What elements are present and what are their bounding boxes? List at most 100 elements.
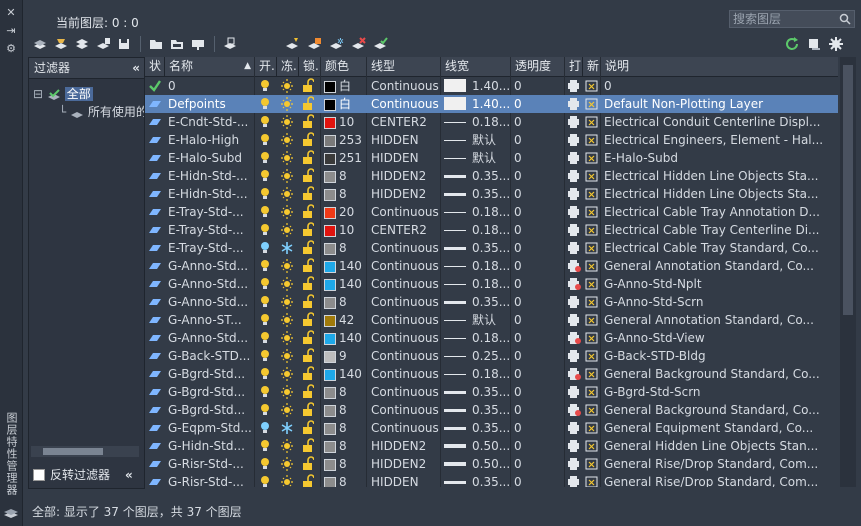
lineweight-value[interactable]: 0.35... <box>472 473 510 487</box>
new-viewport-freeze-icon[interactable] <box>585 113 603 131</box>
layer-description[interactable]: Electrical Cable Tray Annotation D... <box>604 203 836 221</box>
printer-icon[interactable] <box>567 167 585 185</box>
layer-description[interactable]: General Annotation Standard, Co... <box>604 311 836 329</box>
transparency-value[interactable]: 0 <box>514 113 562 131</box>
layer-description[interactable]: G-Anno-Std-Nplt <box>604 275 836 293</box>
unlock-icon[interactable] <box>302 437 320 455</box>
layer-name[interactable]: E-Tray-Std-... <box>168 221 254 239</box>
linetype-value[interactable]: CENTER2 <box>371 113 439 131</box>
layer-row[interactable]: G-Anno-Std... 140 Continuous 0.18... 0 Genera… <box>145 257 838 275</box>
new-viewport-freeze-icon[interactable] <box>585 149 603 167</box>
unlock-icon[interactable] <box>302 383 320 401</box>
new-viewport-freeze-icon[interactable] <box>585 347 603 365</box>
lineweight-value[interactable]: 0.18... <box>472 365 510 383</box>
unlock-icon[interactable] <box>302 401 320 419</box>
printer-icon[interactable] <box>567 347 585 365</box>
layer-description[interactable]: G-Anno-Std-View <box>604 329 836 347</box>
layer-description[interactable]: General Background Standard, Co... <box>604 365 836 383</box>
new-layer-vp-frozen-icon[interactable] <box>306 36 322 52</box>
auto-hide-icon[interactable]: ⇥ <box>4 24 18 38</box>
layer-description[interactable]: E-Halo-Subd <box>604 149 836 167</box>
set-current-icon[interactable] <box>372 36 388 52</box>
unlock-icon[interactable] <box>302 113 320 131</box>
collapse-filter-icon[interactable]: « <box>132 58 140 78</box>
layer-name[interactable]: G-Anno-ST... <box>168 311 254 329</box>
layer-description[interactable]: Electrical Cable Tray Centerline Di... <box>604 221 836 239</box>
lightbulb-icon[interactable] <box>259 473 277 487</box>
grid-vscrollbar[interactable] <box>840 57 856 487</box>
snowflake-icon[interactable] <box>280 239 298 257</box>
layer-row[interactable]: G-Bgrd-Std... 8 Continuous 0.35... 0 G-Bgrd-S… <box>145 383 838 401</box>
layer-row[interactable]: G-Bgrd-Std... 8 Continuous 0.35... 0 General … <box>145 401 838 419</box>
linetype-value[interactable]: HIDDEN <box>371 473 439 487</box>
lineweight-value[interactable]: 0.18... <box>472 275 510 293</box>
lightbulb-icon[interactable] <box>259 239 277 257</box>
unlock-icon[interactable] <box>302 185 320 203</box>
filter-hscrollbar[interactable] <box>31 446 139 457</box>
color-swatch[interactable] <box>324 311 336 329</box>
new-viewport-freeze-icon[interactable] <box>585 203 603 221</box>
new-viewport-freeze-icon[interactable] <box>585 455 603 473</box>
col-name[interactable]: 名称 ▲ <box>165 57 255 76</box>
unlock-icon[interactable] <box>302 329 320 347</box>
layer-description[interactable]: General Equipment Standard, Co... <box>604 419 836 437</box>
new-viewport-freeze-icon[interactable] <box>585 167 603 185</box>
unlock-icon[interactable] <box>302 275 320 293</box>
transparency-value[interactable]: 0 <box>514 203 562 221</box>
transparency-value[interactable]: 0 <box>514 257 562 275</box>
color-swatch[interactable] <box>324 203 336 221</box>
no-plot-printer-icon[interactable] <box>567 401 585 419</box>
lightbulb-icon[interactable] <box>259 167 277 185</box>
new-layer-icon[interactable] <box>284 36 300 52</box>
sun-icon[interactable] <box>280 455 298 473</box>
layer-states-manager-icon[interactable] <box>74 36 90 52</box>
layer-row[interactable]: G-Eqpm-Std... 8 Continuous 0.35... 0 General … <box>145 419 838 437</box>
layer-name[interactable]: G-Bgrd-Std... <box>168 383 254 401</box>
printer-icon[interactable] <box>567 221 585 239</box>
linetype-value[interactable]: Continuous <box>371 275 439 293</box>
unlock-icon[interactable] <box>302 293 320 311</box>
new-viewport-freeze-icon[interactable] <box>585 419 603 437</box>
layer-name[interactable]: E-Tray-Std-... <box>168 239 254 257</box>
sun-icon[interactable] <box>280 473 298 487</box>
transparency-value[interactable]: 0 <box>514 383 562 401</box>
linetype-value[interactable]: Continuous <box>371 239 439 257</box>
lightbulb-icon[interactable] <box>259 419 277 437</box>
lightbulb-icon[interactable] <box>259 113 277 131</box>
col-lineweight[interactable]: 线宽 <box>441 57 511 76</box>
transparency-value[interactable]: 0 <box>514 365 562 383</box>
layer-name[interactable]: G-Bgrd-Std... <box>168 401 254 419</box>
layer-row[interactable]: Defpoints 白 Continuous 1.40... 0 Default Non-… <box>145 95 838 113</box>
linetype-value[interactable]: Continuous <box>371 293 439 311</box>
gear-icon[interactable] <box>828 36 844 52</box>
unlock-icon[interactable] <box>302 473 320 487</box>
layer-row[interactable]: E-Tray-Std-... 8 Continuous 0.35... 0 Electri… <box>145 239 838 257</box>
color-swatch[interactable] <box>324 473 336 487</box>
printer-icon[interactable] <box>567 131 585 149</box>
sun-icon[interactable] <box>280 185 298 203</box>
new-viewport-freeze-icon[interactable] <box>585 473 603 487</box>
new-viewport-freeze-icon[interactable] <box>585 131 603 149</box>
filter-tree-used-layers[interactable]: └ 所有使用的图层 <box>29 103 144 121</box>
linetype-value[interactable]: Continuous <box>371 329 439 347</box>
layer-description[interactable]: G-Bgrd-Std-Scrn <box>604 383 836 401</box>
printer-icon[interactable] <box>567 185 585 203</box>
layer-description[interactable]: General Rise/Drop Standard, Com... <box>604 473 836 487</box>
layer-description[interactable]: Electrical Engineers, Element - Hal... <box>604 131 836 149</box>
new-viewport-freeze-icon[interactable] <box>585 239 603 257</box>
unlock-icon[interactable] <box>302 239 320 257</box>
col-status[interactable]: 状 <box>145 57 165 76</box>
new-viewport-freeze-icon[interactable] <box>585 365 603 383</box>
layer-name[interactable]: E-Halo-High <box>168 131 254 149</box>
linetype-value[interactable]: Continuous <box>371 365 439 383</box>
sun-icon[interactable] <box>280 257 298 275</box>
layer-name[interactable]: G-Bgrd-Std... <box>168 365 254 383</box>
printer-icon[interactable] <box>567 455 585 473</box>
linetype-value[interactable]: HIDDEN2 <box>371 185 439 203</box>
sun-icon[interactable] <box>280 329 298 347</box>
unlock-icon[interactable] <box>302 203 320 221</box>
linetype-value[interactable]: HIDDEN2 <box>371 455 439 473</box>
new-folder-icon[interactable] <box>148 36 164 52</box>
col-linetype[interactable]: 线型 <box>367 57 441 76</box>
printer-icon[interactable] <box>567 95 585 113</box>
